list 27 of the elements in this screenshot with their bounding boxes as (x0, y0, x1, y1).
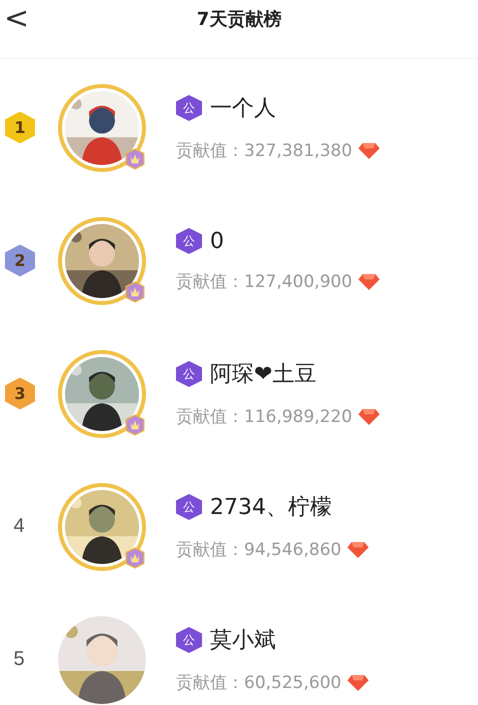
contribution-value: 贡献值：127,400,900 (176, 271, 352, 293)
user-name: 莫小斌 (210, 627, 276, 655)
rank-number: 5 (13, 648, 25, 671)
contribution-value: 贡献值：94,546,860 (176, 539, 342, 561)
contribution-value: 贡献值：327,381,380 (176, 140, 352, 162)
level-badge: 公 (176, 627, 202, 653)
gem-icon (347, 541, 370, 558)
user-name: 0 (210, 228, 224, 254)
level-badge: 公 (176, 228, 202, 254)
rank-medal: 2 (5, 244, 35, 276)
rank-medal: 1 (5, 112, 35, 144)
gem-icon (358, 142, 380, 159)
level-badge: 公 (176, 361, 202, 387)
user-name: 阿琛❤土豆 (210, 361, 316, 389)
gem-icon (347, 674, 370, 691)
gem-icon (358, 408, 380, 425)
level-badge: 公 (176, 95, 202, 121)
contribution-value: 贡献值：60,525,600 (176, 672, 342, 694)
page-title: 7天贡献榜 (196, 8, 282, 31)
level-badge: 公 (176, 494, 202, 520)
contribution-value: 贡献值：116,989,220 (176, 406, 352, 428)
user-name: 2734、柠檬 (210, 494, 332, 522)
rank-number: 4 (13, 515, 25, 538)
user-name: 一个人 (210, 95, 276, 123)
gem-icon (358, 273, 380, 290)
back-button[interactable]: < (4, 2, 30, 36)
rank-medal: 3 (5, 378, 35, 410)
